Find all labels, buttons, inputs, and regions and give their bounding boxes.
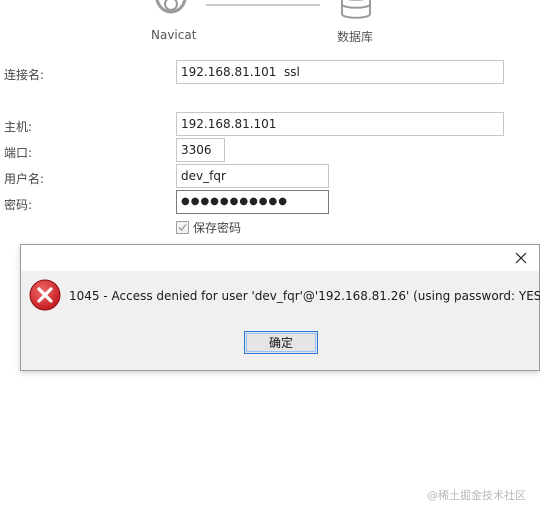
ok-button[interactable]: 确定 — [244, 331, 318, 354]
error-dialog: 1045 - Access denied for user 'dev_fqr'@… — [20, 244, 540, 371]
username-label: 用户名: — [4, 172, 45, 186]
checkbox-checked-icon[interactable] — [176, 221, 189, 234]
save-password-label: 保存密码 — [193, 221, 242, 235]
error-message: 1045 - Access denied for user 'dev_fqr'@… — [69, 289, 540, 303]
watermark: @稀土掘金技术社区 — [427, 489, 526, 502]
host-label: 主机: — [4, 120, 33, 134]
save-password-checkbox[interactable]: 保存密码 — [176, 219, 241, 236]
connection-line — [206, 4, 320, 6]
navicat-label: Navicat — [151, 28, 197, 42]
database-label: 数据库 — [337, 30, 374, 44]
password-label: 密码: — [4, 198, 33, 212]
host-field[interactable]: 192.168.81.101 — [176, 112, 504, 136]
close-icon[interactable] — [511, 248, 531, 268]
navicat-icon — [150, 0, 192, 16]
password-field[interactable]: ●●●●●●●●●●● — [176, 190, 329, 214]
error-icon — [29, 279, 61, 311]
database-icon — [338, 0, 374, 20]
connection-name-label: 连接名: — [4, 68, 45, 82]
dialog-titlebar — [21, 245, 539, 271]
port-label: 端口: — [4, 146, 33, 160]
port-field[interactable]: 3306 — [176, 138, 225, 162]
connection-name-field[interactable]: 192.168.81.101 ssl — [176, 60, 504, 84]
username-field[interactable]: dev_fqr — [176, 164, 329, 188]
